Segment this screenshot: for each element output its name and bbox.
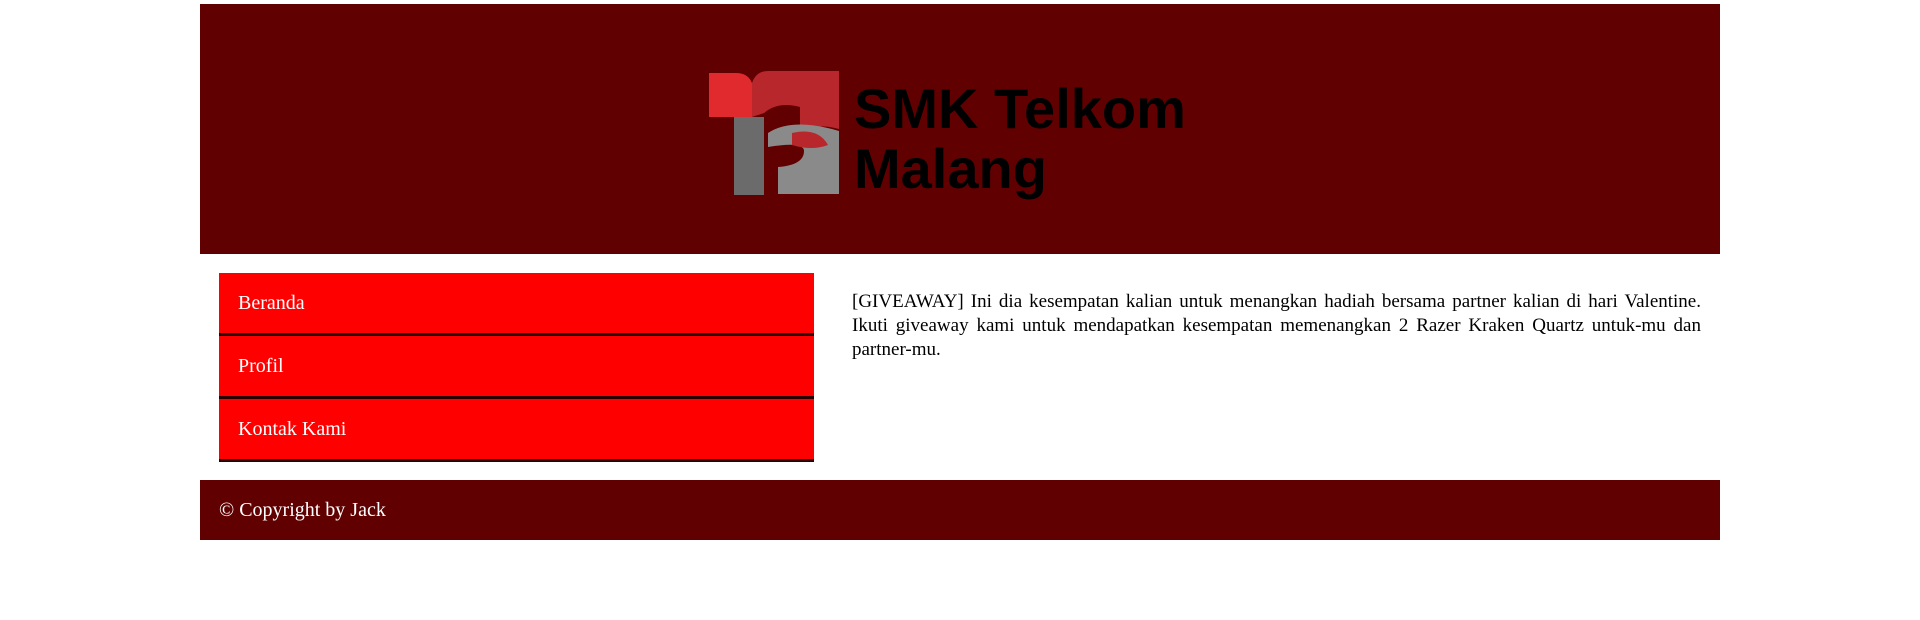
main-content: Beranda Profil Kontak Kami [GIVEAWAY] In… xyxy=(200,254,1720,480)
logo-text-line1: SMK Telkom xyxy=(854,77,1186,140)
logo-text-line2: Malang xyxy=(854,137,1047,200)
copyright-text: © Copyright by Jack xyxy=(219,499,386,521)
menu-item-profil[interactable]: Profil xyxy=(219,336,814,399)
menu-item-beranda[interactable]: Beranda xyxy=(219,273,814,336)
article-text: [GIVEAWAY] Ini dia kesempatan kalian unt… xyxy=(852,291,1701,360)
logo-text: SMK Telkom Malang xyxy=(854,79,1186,199)
site-footer: © Copyright by Jack xyxy=(200,480,1720,540)
site-header: SMK Telkom Malang xyxy=(200,4,1720,254)
page-wrapper: SMK Telkom Malang Beranda Profil Kontak … xyxy=(200,4,1720,540)
site-logo[interactable]: SMK Telkom Malang xyxy=(708,67,1208,199)
menu-item-kontak-kami[interactable]: Kontak Kami xyxy=(219,399,814,462)
smk-telkom-logo-icon xyxy=(709,71,839,195)
sidebar-menu: Beranda Profil Kontak Kami xyxy=(219,273,814,462)
